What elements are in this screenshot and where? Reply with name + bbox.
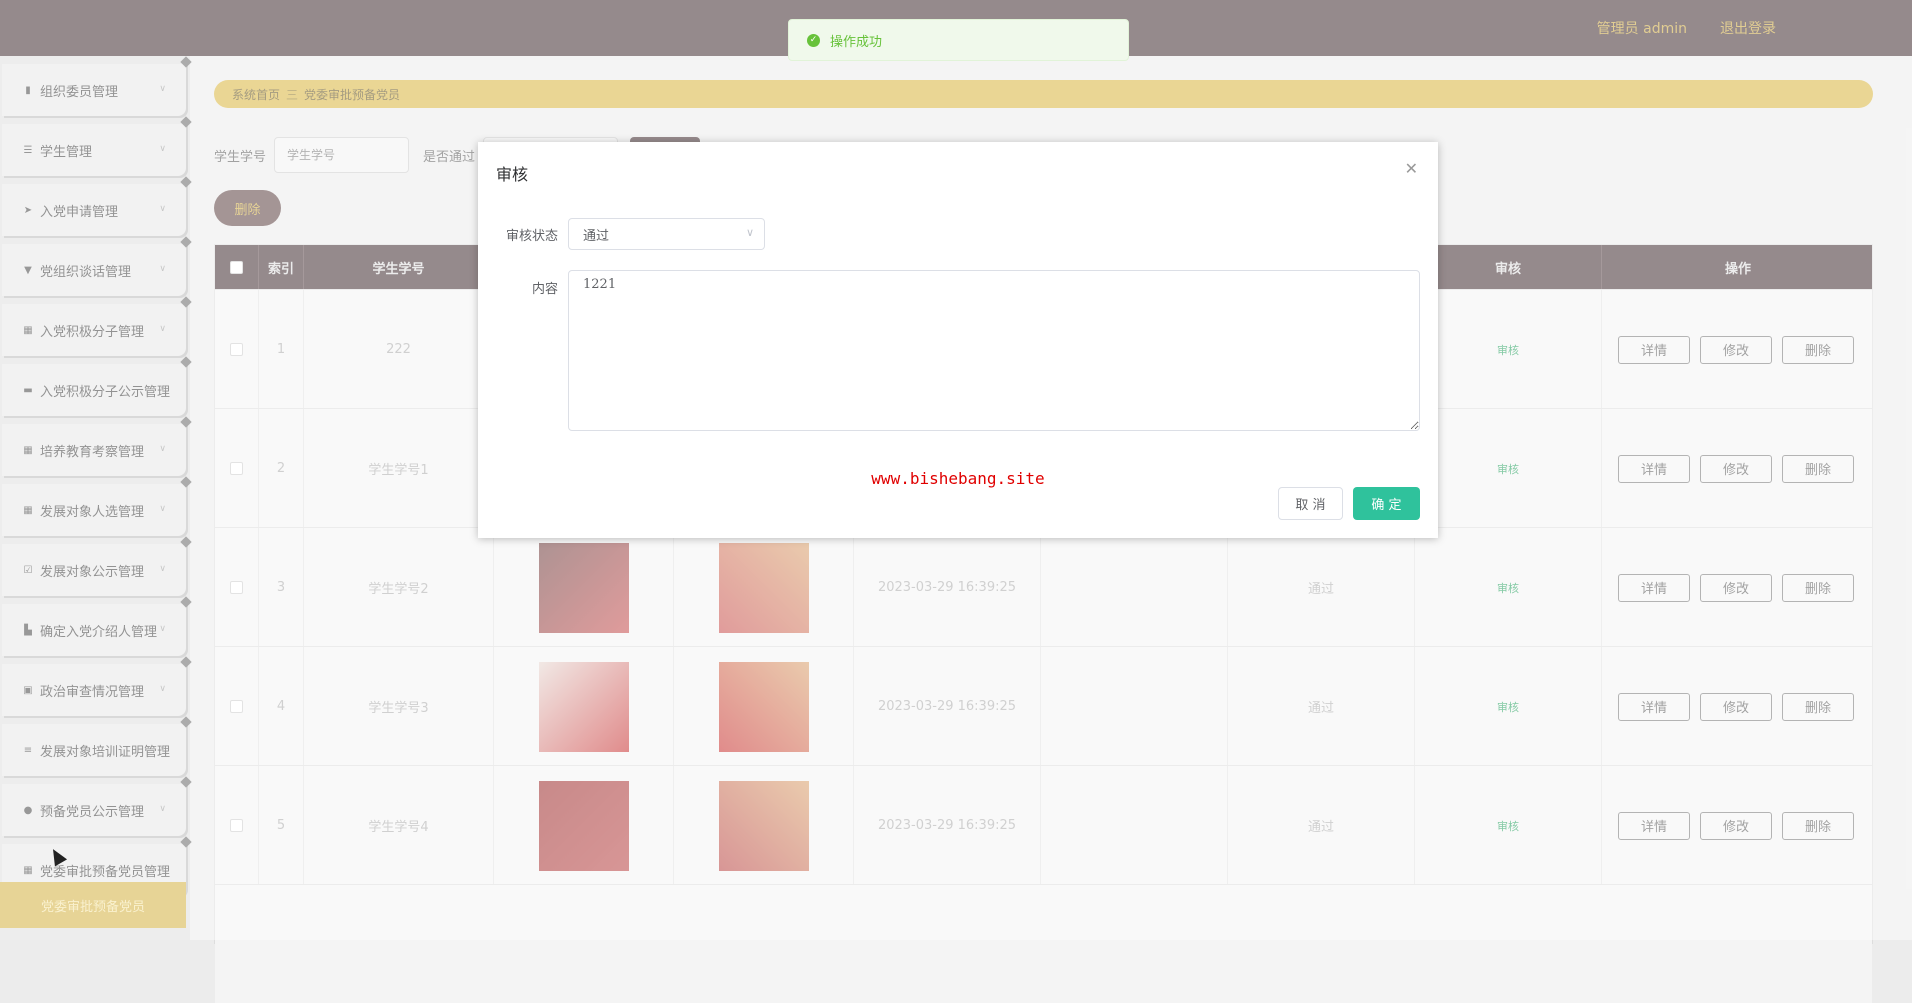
status-value: 通过 [583, 228, 610, 244]
chevron-down-icon: ∨ [745, 226, 754, 239]
success-toast: ✓ 操作成功 [788, 19, 1129, 61]
check-circle-icon: ✓ [807, 33, 820, 47]
content-textarea[interactable]: 1221 [568, 270, 1420, 431]
close-icon[interactable]: ✕ [1405, 159, 1418, 178]
dialog-title: 审核 [496, 165, 529, 184]
watermark-text: www.bishebang.site [871, 469, 1045, 488]
audit-dialog: 审核 ✕ 审核状态 通过 ∨ 内容 1221 www.bishebang.site… [478, 142, 1438, 538]
toast-message: 操作成功 [830, 34, 883, 50]
status-select[interactable]: 通过 ∨ [568, 218, 765, 250]
content-label: 内容 [531, 282, 558, 297]
status-label: 审核状态 [505, 229, 558, 244]
cancel-button[interactable]: 取 消 [1278, 487, 1343, 520]
confirm-button[interactable]: 确 定 [1353, 487, 1420, 520]
